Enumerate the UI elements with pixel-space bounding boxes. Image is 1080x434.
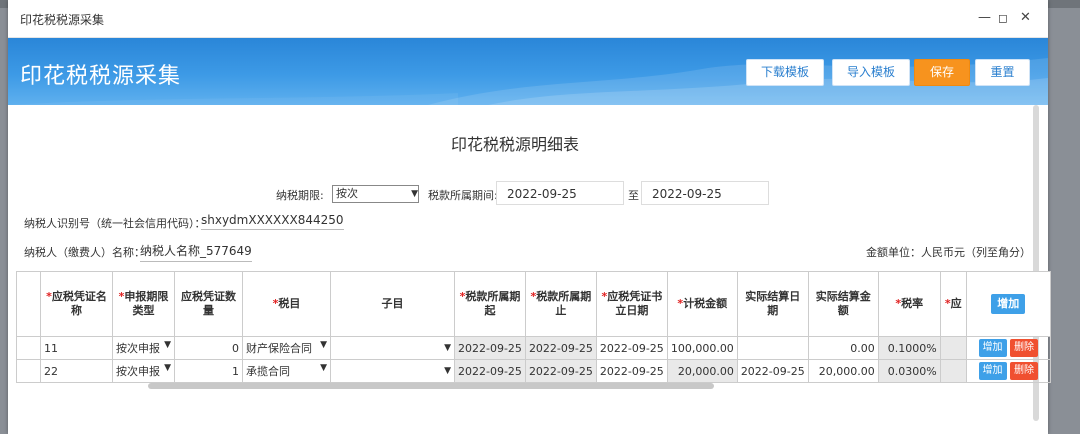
row-blank [16, 359, 41, 383]
settle-date-cell[interactable]: 2022-09-25 [736, 359, 809, 383]
row-delete-button[interactable]: 删除 [1010, 362, 1038, 380]
chevron-down-icon: ▼ [320, 340, 327, 350]
doc-date-cell[interactable]: 2022-09-25 [595, 336, 668, 360]
chevron-down-icon: ▼ [164, 363, 171, 373]
taxpayer-name-value: 纳税人名称_577649 [140, 242, 252, 262]
taxpayer-id-label: 纳税人识别号（统一社会信用代码）： [24, 217, 206, 230]
dialog-title: 印花税税源采集 [20, 13, 105, 27]
extra-cell [939, 336, 967, 360]
banner-title: 印花税税源采集 [20, 64, 182, 89]
close-icon[interactable]: ✕ [1020, 11, 1031, 25]
row-add-button[interactable]: 增加 [978, 362, 1007, 380]
rate-cell: 0.1000% [877, 336, 941, 360]
table-header-row: *应税凭证名称 *申报期限类型 应税凭证数量 *税目 子目 *税款所属期起 *税… [16, 271, 1051, 337]
header-item: *税目 [242, 271, 331, 337]
count-cell[interactable]: 0 [174, 336, 243, 360]
subitem-select[interactable]: ▼ [330, 359, 455, 383]
currency-note: 金额单位：人民币元（列至角分） [866, 246, 1031, 259]
header-blank [16, 271, 41, 337]
period-type-select[interactable]: 按次申报 ▼ [112, 336, 175, 360]
row-add-button[interactable]: 增加 [978, 339, 1007, 357]
chevron-down-icon: ▼ [164, 340, 171, 350]
reset-button[interactable]: 重置 [975, 59, 1030, 86]
header-settle-amount: 实际结算金额 [807, 271, 879, 337]
header-actions: 增加 [965, 271, 1051, 337]
tax-source-table: *应税凭证名称 *申报期限类型 应税凭证数量 *税目 子目 *税款所属期起 *税… [16, 271, 1051, 383]
period-select-value: 按次 [336, 187, 358, 200]
row-blank [16, 336, 41, 360]
row-delete-button[interactable]: 删除 [1010, 339, 1038, 357]
chevron-down-icon: ▼ [444, 343, 451, 353]
taxpayer-id-value: shxydmXXXXXX844250 [201, 213, 344, 230]
minimize-icon[interactable]: — [978, 11, 991, 25]
header-count: 应税凭证数量 [174, 271, 243, 337]
rate-cell: 0.0300% [877, 359, 941, 383]
header-doc-date: *应税凭证书立日期 [595, 271, 668, 337]
period-end-cell: 2022-09-25 [524, 359, 597, 383]
to-label: 至 [628, 189, 639, 202]
voucher-name-cell[interactable]: 22 [40, 359, 113, 383]
chevron-down-icon: ▼ [411, 189, 418, 199]
subitem-select[interactable]: ▼ [330, 336, 455, 360]
extra-cell [939, 359, 967, 383]
header-settle-date: 实际结算日期 [736, 271, 809, 337]
dialog-titlebar: 印花税税源采集 — ◻ ✕ [8, 0, 1048, 38]
header-subitem: 子目 [330, 271, 455, 337]
period-label: 纳税期限: [276, 189, 324, 202]
header-period-type: *申报期限类型 [112, 271, 175, 337]
header-rate: *税率 [877, 271, 941, 337]
period-end-cell: 2022-09-25 [524, 336, 597, 360]
period-select[interactable]: 按次 ▼ [332, 185, 419, 203]
settle-date-cell[interactable] [736, 336, 809, 360]
header-extra: *应 [939, 271, 967, 337]
table-row: 22 按次申报 ▼ 1 承揽合同 ▼ ▼ 2022-09-25 2022-09-25… [16, 359, 1051, 383]
settle-amount-cell[interactable]: 20,000.00 [807, 359, 879, 383]
taxable-amount-cell: 20,000.00 [666, 359, 738, 383]
header-banner: 印花税税源采集 下载模板 导入模板 保存 重置 [8, 38, 1048, 105]
end-date-input[interactable]: 2022-09-25 [641, 181, 769, 205]
header-period-end: *税款所属期止 [524, 271, 597, 337]
horizontal-scrollbar[interactable] [148, 383, 714, 389]
taxpayer-name-label: 纳税人（缴费人）名称： [24, 246, 145, 259]
header-period-start: *税款所属期起 [454, 271, 526, 337]
period-start-cell: 2022-09-25 [454, 336, 526, 360]
form-heading: 印花税税源明细表 [450, 135, 579, 154]
maximize-icon[interactable]: ◻ [998, 11, 1008, 25]
item-select[interactable]: 承揽合同 ▼ [242, 359, 331, 383]
chevron-down-icon: ▼ [320, 363, 327, 373]
count-cell[interactable]: 1 [174, 359, 243, 383]
import-template-button[interactable]: 导入模板 [832, 59, 910, 86]
table-row: 11 按次申报 ▼ 0 财产保险合同 ▼ ▼ 2022-09-25 2022-09-… [16, 336, 1051, 360]
header-voucher-name: *应税凭证名称 [40, 271, 113, 337]
period-type-select[interactable]: 按次申报 ▼ [112, 359, 175, 383]
add-row-button[interactable]: 增加 [991, 294, 1026, 314]
row-actions: 增加 删除 [965, 359, 1051, 383]
row-actions: 增加 删除 [965, 336, 1051, 360]
voucher-name-cell[interactable]: 11 [40, 336, 113, 360]
start-date-input[interactable]: 2022-09-25 [496, 181, 624, 205]
period-start-cell: 2022-09-25 [454, 359, 526, 383]
download-template-button[interactable]: 下载模板 [746, 59, 824, 86]
save-button[interactable]: 保存 [914, 59, 970, 86]
header-taxable-amount: *计税金额 [666, 271, 738, 337]
tax-period-label: 税款所属期间: [428, 189, 498, 202]
settle-amount-cell[interactable]: 0.00 [807, 336, 879, 360]
item-select[interactable]: 财产保险合同 ▼ [242, 336, 331, 360]
chevron-down-icon: ▼ [444, 366, 451, 376]
taxable-amount-cell[interactable]: 100,000.00 [666, 336, 738, 360]
doc-date-cell[interactable]: 2022-09-25 [595, 359, 668, 383]
